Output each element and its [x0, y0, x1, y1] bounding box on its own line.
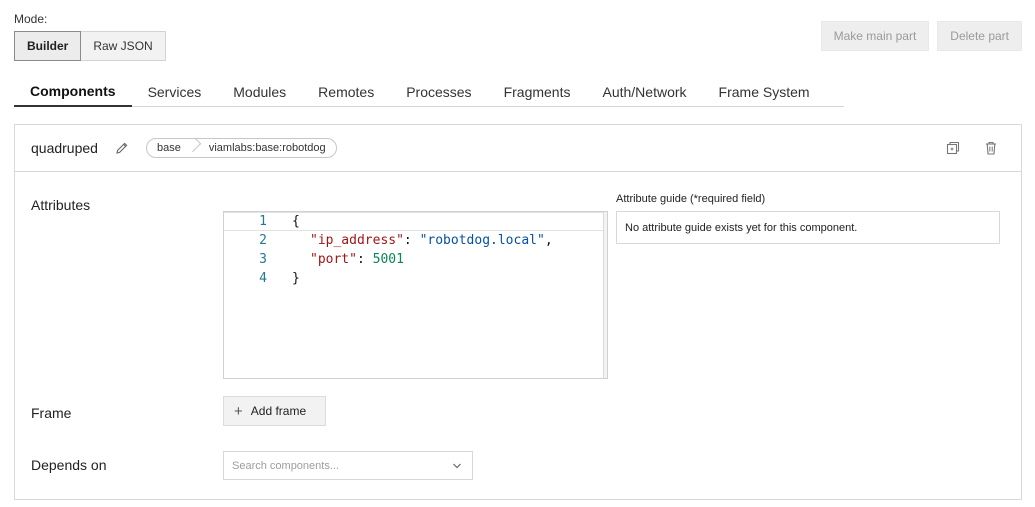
code-text: } [292, 271, 300, 286]
config-tabs: Components Services Modules Remotes Proc… [14, 76, 844, 107]
trash-icon[interactable] [983, 140, 999, 156]
json-key: "ip_address" [310, 233, 404, 248]
depends-on-label: Depends on [31, 457, 107, 473]
tab-frame-system[interactable]: Frame System [703, 76, 826, 107]
tab-components[interactable]: Components [14, 76, 132, 107]
chip-separator [191, 139, 199, 157]
mode-label: Mode: [14, 12, 48, 26]
code-line: 4 } [224, 269, 604, 288]
line-number: 1 [259, 214, 267, 229]
json-value: 5001 [372, 252, 404, 267]
mode-toggle: Builder Raw JSON [14, 31, 166, 61]
add-frame-button[interactable]: + Add frame [223, 396, 326, 426]
tab-auth-network[interactable]: Auth/Network [586, 76, 702, 107]
component-type: base [157, 142, 181, 154]
attributes-label: Attributes [31, 197, 91, 213]
editor-scrollbar[interactable] [603, 212, 607, 378]
frame-label: Frame [31, 405, 72, 421]
code-line: 3 "port": 5001 [224, 250, 604, 269]
tab-fragments[interactable]: Fragments [488, 76, 587, 107]
raw-json-mode-button[interactable]: Raw JSON [81, 31, 166, 61]
json-key: "port" [310, 252, 357, 267]
component-card: quadruped base viamlabs:base:robotdog At… [14, 124, 1022, 500]
component-name: quadruped [31, 140, 98, 156]
delete-part-button[interactable]: Delete part [937, 21, 1022, 51]
component-model: viamlabs:base:robotdog [208, 142, 326, 154]
builder-mode-button[interactable]: Builder [14, 31, 82, 61]
json-punct: , [544, 233, 553, 248]
line-number: 3 [259, 252, 267, 267]
pencil-icon[interactable] [115, 141, 129, 155]
code-text: "ip_address": "robotdog.local", [310, 233, 553, 248]
part-actions: Make main part Delete part [820, 21, 1022, 51]
plus-icon: + [234, 402, 243, 420]
attribute-guide-title: Attribute guide (*required field) [616, 193, 766, 205]
code-line: 2 "ip_address": "robotdog.local", [224, 231, 604, 250]
tab-modules[interactable]: Modules [217, 76, 302, 107]
depends-on-select[interactable] [223, 451, 473, 480]
add-frame-label: Add frame [250, 404, 307, 418]
code-text: "port": 5001 [310, 252, 404, 267]
attribute-guide-box: No attribute guide exists yet for this c… [616, 211, 1000, 244]
make-main-part-button[interactable]: Make main part [820, 21, 930, 51]
line-number: 2 [259, 233, 267, 248]
attributes-json-editor[interactable]: 1 { 2 "ip_address": "robotdog.local", 3 … [223, 211, 608, 379]
component-type-chip: base viamlabs:base:robotdog [146, 138, 337, 158]
code-text: { [292, 214, 300, 229]
tab-remotes[interactable]: Remotes [302, 76, 390, 107]
copy-icon[interactable] [945, 140, 961, 156]
line-number: 4 [259, 271, 267, 286]
code-line: 1 { [224, 212, 604, 231]
search-components-input[interactable] [232, 459, 432, 472]
chevron-down-icon[interactable] [452, 461, 462, 471]
tab-processes[interactable]: Processes [390, 76, 487, 107]
json-value: "robotdog.local" [419, 233, 545, 248]
tab-services[interactable]: Services [132, 76, 218, 107]
component-card-header: quadruped base viamlabs:base:robotdog [15, 125, 1021, 172]
attribute-guide-message: No attribute guide exists yet for this c… [625, 221, 858, 234]
